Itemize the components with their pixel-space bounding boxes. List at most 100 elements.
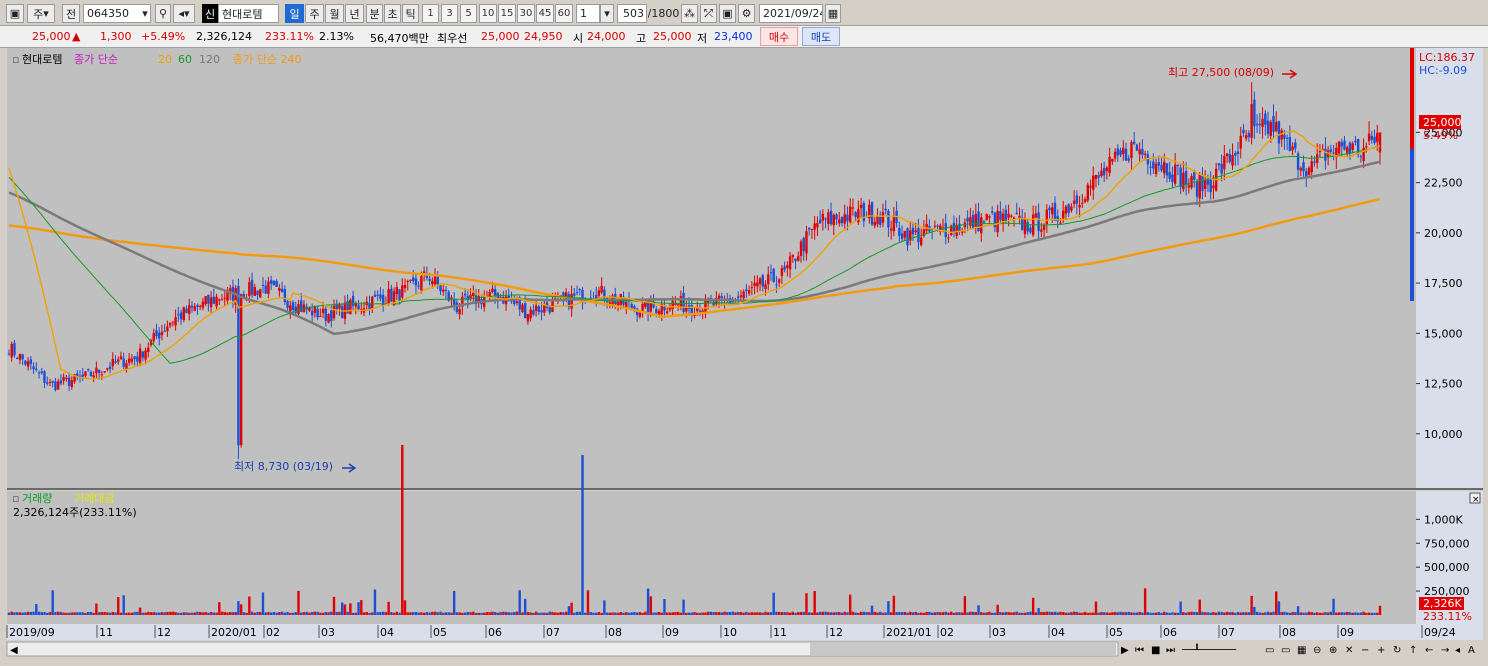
unit-input[interactable]: 1 <box>576 4 600 23</box>
search-icon[interactable]: ⚲ <box>155 4 171 23</box>
volume-bar <box>933 612 937 615</box>
stock-name-field[interactable]: 현대로템 <box>218 4 279 23</box>
volume-bar <box>204 612 207 615</box>
save-icon[interactable]: ▣ <box>719 4 736 23</box>
interval-5[interactable]: 5 <box>460 4 477 23</box>
tab-second[interactable]: 초 <box>384 4 401 23</box>
volume-bar <box>193 612 196 615</box>
volume-bar <box>805 593 808 615</box>
interval-10[interactable]: 10 <box>479 4 497 23</box>
volume-bar <box>827 612 830 615</box>
volume-bar <box>485 612 489 615</box>
speaker-icon[interactable]: ◂▾ <box>173 4 195 23</box>
volume-bar <box>56 611 60 615</box>
close-icon[interactable]: × <box>1472 495 1480 505</box>
volume-bar <box>401 444 404 615</box>
tab-yearly[interactable]: 년 <box>345 4 364 23</box>
code-dropdown-icon[interactable]: ▾ <box>138 4 152 23</box>
volume-bar <box>365 611 368 615</box>
volume-bar <box>969 611 972 615</box>
arrow-up-icon[interactable]: ↑ <box>1409 645 1417 656</box>
volume-bar <box>422 612 426 615</box>
interval-30[interactable]: 30 <box>517 4 535 23</box>
volume-bar <box>594 612 598 615</box>
stock-chart[interactable]: 2019/09 11 12 2020/01 02 03 04 05 06 07 08 09 10 11 12… <box>0 48 1488 666</box>
price-axis-label: 10,000 <box>1424 428 1463 441</box>
arrow-left-icon[interactable]: ← <box>1425 645 1433 656</box>
volume-bar <box>1280 612 1283 615</box>
minus-icon[interactable]: − <box>1361 645 1369 656</box>
back-icon[interactable]: ◂ <box>1455 645 1460 656</box>
volume-bar <box>1094 601 1098 615</box>
calendar-icon[interactable]: ▦ <box>825 4 841 23</box>
volume-bar <box>900 612 904 615</box>
prev-button[interactable]: 전 <box>62 4 80 23</box>
volume-bar <box>373 589 377 615</box>
font-size-icon[interactable]: A <box>1468 645 1475 656</box>
stop-icon[interactable]: ■ <box>1151 645 1160 656</box>
price-axis-label: 15,000 <box>1424 327 1463 340</box>
interval-15[interactable]: 15 <box>498 4 516 23</box>
zoom-out-icon[interactable]: ⊖ <box>1313 645 1321 656</box>
crosshair-icon[interactable]: ⤱ <box>700 4 717 23</box>
volume-bar <box>340 602 344 615</box>
first-page-icon[interactable]: ⏮ <box>1135 645 1144 656</box>
volume-bar <box>431 611 434 615</box>
volume-bar <box>493 612 497 615</box>
price-plot-area[interactable] <box>7 48 1416 489</box>
volume-bar <box>854 612 857 615</box>
tab-monthly[interactable]: 월 <box>325 4 344 23</box>
grid-icon[interactable]: ▦ <box>1297 645 1306 656</box>
interval-60[interactable]: 60 <box>555 4 573 23</box>
zoom-in-icon[interactable]: ⊕ <box>1329 645 1337 656</box>
count-input[interactable]: 503 <box>617 4 647 23</box>
volume-bar <box>1097 612 1100 615</box>
volume-bar <box>357 602 360 615</box>
tab-tick[interactable]: 틱 <box>402 4 419 23</box>
interval-3[interactable]: 3 <box>441 4 458 23</box>
zoom-slider[interactable]: ──┸────── <box>1181 643 1237 656</box>
volume-bar <box>846 612 849 615</box>
date-input[interactable]: 2021/09/24 <box>759 4 823 23</box>
sell-button[interactable]: 매도 <box>802 27 840 46</box>
indicator-icon[interactable]: ⁂ <box>681 4 698 23</box>
unit-dropdown-icon[interactable]: ▾ <box>600 4 614 23</box>
volume-bar <box>775 611 778 615</box>
volume-bar <box>840 612 844 615</box>
period-type-select[interactable]: 주 ▾ <box>27 4 55 23</box>
scroll-thumb[interactable] <box>810 643 1116 655</box>
volume-bar <box>996 604 999 615</box>
arrow-right-icon[interactable]: → <box>1441 645 1449 656</box>
last-page-icon[interactable]: ⏭ <box>1166 645 1175 656</box>
cross-icon[interactable]: ✕ <box>1345 645 1353 656</box>
interval-1[interactable]: 1 <box>422 4 439 23</box>
scroll-left-icon[interactable]: ◀ <box>10 645 18 656</box>
date-axis-label: 2019/09 <box>9 626 55 639</box>
volume-bar <box>73 612 76 615</box>
tab-minute[interactable]: 분 <box>366 4 383 23</box>
volume-bar <box>1214 612 1218 615</box>
window-menu-icon[interactable]: ▣ <box>6 4 24 23</box>
tab-daily[interactable]: 일 <box>285 4 304 23</box>
volume-bar <box>534 611 538 615</box>
volume-bar <box>272 612 276 615</box>
tab-weekly[interactable]: 주 <box>305 4 324 23</box>
volume-bar <box>1163 611 1166 615</box>
gear-icon[interactable]: ⚙ <box>738 4 755 23</box>
interval-45[interactable]: 45 <box>536 4 554 23</box>
volume-bar <box>1040 612 1043 615</box>
volume-bar <box>1119 611 1122 615</box>
volume-bar <box>1018 612 1021 615</box>
volume-bar <box>507 612 510 615</box>
scroll-right-icon[interactable]: ▶ <box>1121 645 1129 656</box>
volume-bar <box>335 611 338 615</box>
volume-bar <box>884 612 887 615</box>
volume-bar <box>802 611 805 615</box>
volume-bar <box>166 611 169 615</box>
plus-icon[interactable]: + <box>1377 645 1385 656</box>
view-icon[interactable]: ▭ <box>1265 645 1274 656</box>
compare-icon[interactable]: ▭ <box>1281 645 1290 656</box>
buy-button[interactable]: 매수 <box>760 27 798 46</box>
volume-bar <box>1305 612 1308 615</box>
redo-icon[interactable]: ↻ <box>1393 645 1401 656</box>
